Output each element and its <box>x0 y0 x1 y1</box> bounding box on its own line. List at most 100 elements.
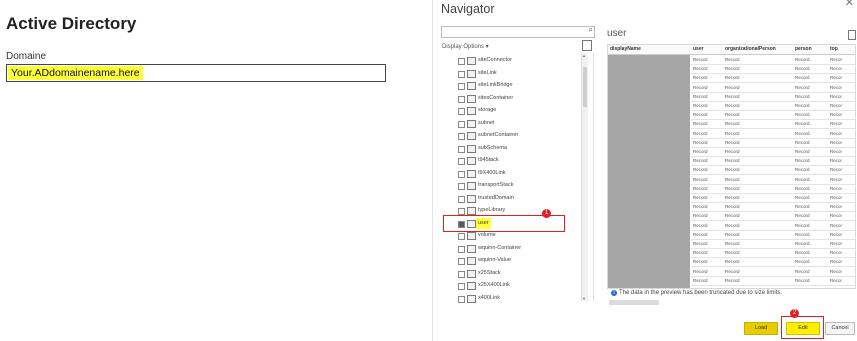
table-cell: Recor <box>830 259 843 265</box>
table-cell: Record <box>693 231 708 237</box>
export-icon[interactable] <box>848 30 856 40</box>
navigator-item[interactable]: x25Stack <box>458 268 588 279</box>
navigator-item[interactable]: x25X400Link <box>458 280 588 291</box>
display-options-dropdown[interactable]: Display Options ▾ <box>442 43 489 50</box>
navigator-item[interactable]: siteLink <box>458 68 588 79</box>
item-checkbox[interactable] <box>458 70 465 78</box>
scroll-up-icon[interactable]: ▲ <box>582 53 586 58</box>
column-header: organizationalPerson <box>725 46 776 52</box>
table-cell: Recor <box>830 149 843 154</box>
navigator-item-label: wquinn-Container <box>478 244 522 251</box>
table-cell: Record <box>725 149 740 154</box>
table-cell: Record <box>725 130 740 136</box>
item-checkbox[interactable] <box>458 95 465 103</box>
table-cell: Record <box>795 103 810 108</box>
navigator-item[interactable]: wquinn-Container <box>458 243 588 254</box>
table-cell: Record <box>795 241 810 246</box>
navigator-title: Navigator <box>441 2 495 16</box>
navigator-panel: Navigator ✕ ⌕ Display Options ▾ siteConn… <box>432 0 857 341</box>
navigator-item[interactable]: subSchema <box>458 143 588 154</box>
table-cell: Record <box>693 66 708 72</box>
table-cell: Record <box>693 195 708 200</box>
table-cell: Record <box>795 121 810 127</box>
table-cell: Record <box>725 277 740 283</box>
navigator-scrollbar[interactable]: ▲ ▼ <box>581 53 588 301</box>
navigator-search-input[interactable]: ⌕ <box>441 25 595 38</box>
navigator-item[interactable]: trustedDomain <box>458 193 588 204</box>
table-cell: Record <box>693 167 708 173</box>
table-cell: Record <box>693 75 708 81</box>
edit-button-highlight <box>781 316 824 339</box>
table-cell: Record <box>693 84 708 90</box>
navigator-item[interactable]: t9X400Link <box>458 168 588 179</box>
navigator-item[interactable]: sitesContainer <box>458 93 588 104</box>
item-checkbox[interactable] <box>458 195 465 203</box>
navigator-item-label: transportStack <box>478 182 514 188</box>
table-cell: Record <box>693 57 708 62</box>
load-button[interactable]: Load <box>744 322 778 335</box>
table-cell: Record <box>693 241 708 246</box>
navigator-item[interactable]: siteLinkBridge <box>458 80 588 91</box>
navigator-item[interactable]: x400Link <box>458 293 588 304</box>
close-icon[interactable]: ✕ <box>845 0 854 9</box>
table-cell: Record <box>795 204 810 210</box>
item-checkbox[interactable] <box>458 158 465 165</box>
item-checkbox[interactable] <box>458 258 465 265</box>
item-checkbox[interactable] <box>458 145 465 153</box>
table-icon <box>467 144 476 153</box>
navigator-item[interactable]: storage <box>458 105 588 116</box>
table-cell: Record <box>795 231 810 237</box>
item-checkbox[interactable] <box>458 245 465 253</box>
navigator-item-label: subSchema <box>478 144 508 151</box>
table-cell: Record <box>725 57 740 62</box>
table-cell: Record <box>795 268 810 274</box>
navigator-item[interactable]: transportStack <box>458 180 588 191</box>
table-cell: Recor <box>830 277 843 283</box>
table-cell: Record <box>795 259 810 265</box>
navigator-item[interactable]: wquinn-Value <box>458 255 588 266</box>
table-cell: Record <box>795 112 810 118</box>
preview-table-header: displayName user organizationalPerson pe… <box>608 45 855 55</box>
refresh-icon[interactable] <box>582 40 592 51</box>
table-cell: Record <box>795 185 810 191</box>
item-checkbox[interactable] <box>458 58 465 65</box>
scroll-down-icon[interactable]: ▼ <box>582 296 586 301</box>
item-checkbox[interactable] <box>458 170 465 178</box>
table-cell: Recor <box>830 241 843 246</box>
cancel-button[interactable]: Cancel <box>825 322 855 335</box>
item-checkbox[interactable] <box>458 83 465 90</box>
table-cell: Record <box>795 158 810 164</box>
table-icon <box>467 157 476 165</box>
item-checkbox[interactable] <box>458 283 465 290</box>
scrollbar-thumb[interactable] <box>583 67 587 107</box>
table-cell: Record <box>795 57 810 62</box>
item-checkbox[interactable] <box>458 233 465 240</box>
navigator-item[interactable]: subnetContainer <box>458 130 588 141</box>
item-checkbox[interactable] <box>458 108 465 115</box>
table-cell: Record <box>725 139 740 145</box>
navigator-item-label: x400Link <box>478 294 501 301</box>
table-cell: Recor <box>830 231 843 237</box>
navigator-item[interactable]: t945tack <box>458 155 588 166</box>
table-cell: Record <box>693 222 708 228</box>
item-checkbox[interactable] <box>458 183 465 190</box>
item-checkbox[interactable] <box>458 120 465 128</box>
annotation-badge-1: 1 <box>542 209 551 218</box>
table-cell: Record <box>693 204 708 210</box>
preview-horizontal-scrollbar[interactable] <box>609 300 659 305</box>
item-checkbox[interactable] <box>458 208 465 215</box>
navigator-item[interactable]: siteConnector <box>458 55 588 66</box>
table-cell: Recor <box>830 57 843 62</box>
table-cell: Record <box>795 195 810 200</box>
item-checkbox[interactable] <box>458 270 465 278</box>
item-checkbox[interactable] <box>458 295 465 303</box>
navigator-item-label: trustedDomain <box>478 194 514 201</box>
table-cell: Record <box>725 93 740 99</box>
navigator-item-label: t9X400Link <box>478 169 506 176</box>
redacted-display-names <box>608 55 690 288</box>
navigator-item[interactable]: subnet <box>458 118 588 129</box>
annotation-badge-2: 2 <box>790 309 799 318</box>
item-checkbox[interactable] <box>458 133 465 140</box>
navigator-item-label: wquinn-Value <box>478 257 511 263</box>
domain-input[interactable]: Your.ADdomainename.here <box>6 64 386 82</box>
